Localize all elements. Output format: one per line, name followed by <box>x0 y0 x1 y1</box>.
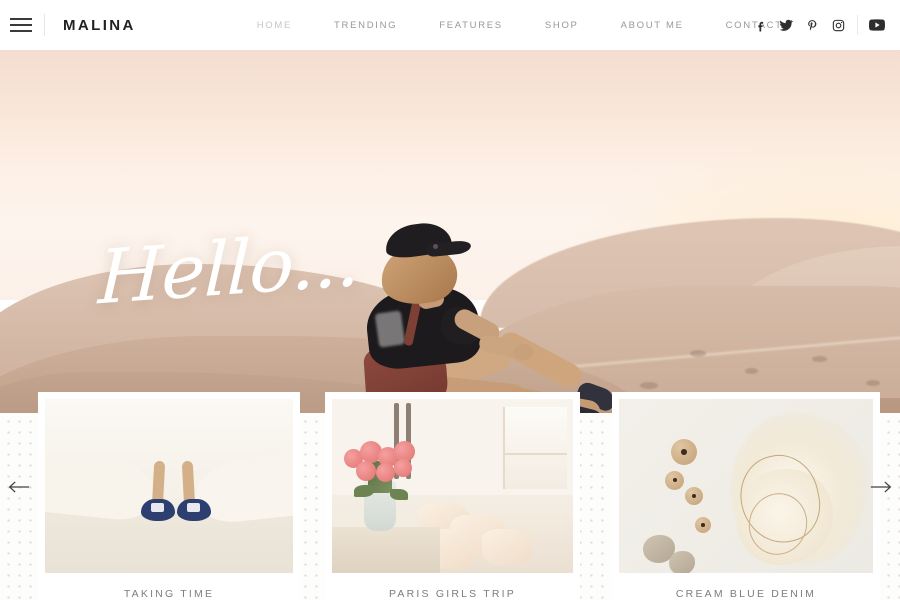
shirt-print <box>374 310 406 348</box>
card-caption[interactable]: PARIS GIRLS TRIP <box>332 573 573 600</box>
rose <box>356 461 376 481</box>
wooden-bead <box>665 471 684 490</box>
hamburger-bar <box>10 30 32 32</box>
desert-scrub <box>690 350 706 357</box>
desert-scrub <box>640 382 658 389</box>
shoe-bow <box>187 503 200 512</box>
pillow <box>482 529 532 565</box>
header-divider <box>44 14 45 36</box>
instagram-icon[interactable] <box>825 12 851 38</box>
pinterest-icon[interactable] <box>799 12 825 38</box>
facebook-icon[interactable] <box>747 12 773 38</box>
cap-button <box>433 244 438 249</box>
hero-headline: Hello... <box>96 216 361 322</box>
main-navigation: HOME TRENDING FEATURES SHOP ABOUT ME CON… <box>236 20 804 31</box>
dried-leaf <box>669 551 695 573</box>
social-links <box>747 0 890 50</box>
carousel-card[interactable]: TAKING TIME <box>38 392 300 600</box>
post-carousel: TAKING TIME PARIS GIRLS TRIP CREAM BLUE … <box>0 392 900 600</box>
hero-banner: Hello... <box>0 50 900 413</box>
twitter-icon[interactable] <box>773 12 799 38</box>
wooden-table <box>332 527 440 573</box>
rose <box>376 463 395 482</box>
nav-item-trending[interactable]: TRENDING <box>313 20 418 31</box>
nav-item-features[interactable]: FEATURES <box>418 20 524 31</box>
wooden-bead <box>695 517 711 533</box>
nav-item-shop[interactable]: SHOP <box>524 20 600 31</box>
nav-item-about-me[interactable]: ABOUT ME <box>600 20 705 31</box>
window <box>503 407 567 489</box>
hamburger-bar <box>10 18 32 20</box>
site-logo[interactable]: MALINA <box>63 17 136 34</box>
hamburger-icon[interactable] <box>4 18 38 32</box>
wooden-bead <box>685 487 703 505</box>
wooden-bead <box>671 439 697 465</box>
card-image <box>619 399 873 573</box>
sand-ground <box>45 511 293 573</box>
desert-scrub <box>812 356 827 362</box>
hamburger-bar <box>10 24 32 26</box>
social-divider <box>857 15 858 35</box>
site-header: MALINA HOME TRENDING FEATURES SHOP ABOUT… <box>0 0 900 50</box>
card-image-art <box>332 399 573 573</box>
carousel-card[interactable]: CREAM BLUE DENIM <box>612 392 880 600</box>
card-caption[interactable]: TAKING TIME <box>45 573 293 600</box>
card-image <box>332 399 573 573</box>
rose <box>394 459 412 477</box>
leaf <box>390 489 408 500</box>
hero-subject-person <box>355 219 625 413</box>
card-image-art <box>45 399 293 573</box>
card-caption[interactable]: CREAM BLUE DENIM <box>619 573 873 600</box>
leaf <box>354 485 374 497</box>
desert-scrub <box>866 380 880 386</box>
youtube-icon[interactable] <box>864 12 890 38</box>
carousel-next-button[interactable] <box>864 470 898 504</box>
carousel-prev-button[interactable] <box>2 470 36 504</box>
carousel-card[interactable]: PARIS GIRLS TRIP <box>325 392 580 600</box>
nav-item-home[interactable]: HOME <box>236 20 313 31</box>
desert-scrub <box>745 368 758 374</box>
person-hand <box>513 344 533 360</box>
card-image <box>45 399 293 573</box>
shoe-bow <box>151 503 164 512</box>
card-image-art <box>619 399 873 573</box>
